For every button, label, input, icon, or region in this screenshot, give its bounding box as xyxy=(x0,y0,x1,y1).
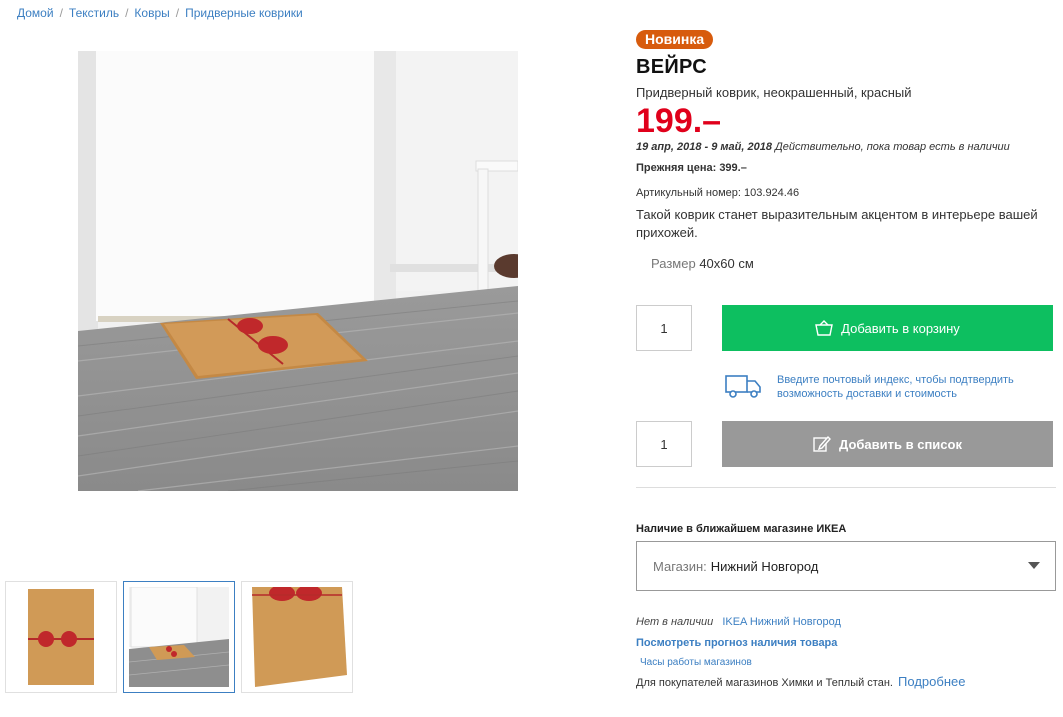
breadcrumb: Домой / Текстиль / Ковры / Придверные ко… xyxy=(17,6,303,20)
validity-note: Действительно, пока товар есть в наличии xyxy=(775,141,1010,153)
article-number: Артикульный номер: 103.924.46 xyxy=(636,187,1058,199)
breadcrumb-separator: / xyxy=(59,6,63,20)
buyers-note: Для покупателей магазинов Химки и Теплый… xyxy=(636,674,965,689)
divider xyxy=(636,487,1056,488)
add-to-list-label: Добавить в список xyxy=(839,436,962,452)
thumbnail-1[interactable] xyxy=(5,581,117,693)
thumbnail-3[interactable] xyxy=(241,581,353,693)
stock-status-text: Нет в наличии xyxy=(636,616,714,628)
store-hours-link[interactable]: Часы работы магазинов xyxy=(640,657,752,668)
more-link[interactable]: Подробнее xyxy=(898,674,965,689)
basket-icon xyxy=(815,320,834,336)
delivery-info[interactable]: Введите почтовый индекс, чтобы подтверди… xyxy=(725,373,1052,404)
forecast-link[interactable]: Посмотреть прогноз наличия товара xyxy=(636,637,837,649)
cart-quantity-input[interactable]: 1 xyxy=(636,305,692,351)
stock-status: Нет в наличии IKEA Нижний Новгород xyxy=(636,616,841,628)
truck-icon xyxy=(725,373,763,404)
article-label: Артикульный номер: xyxy=(636,187,741,199)
availability-title: Наличие в ближайшем магазине ИКЕА xyxy=(636,523,847,535)
thumbnail-list xyxy=(5,581,353,693)
breadcrumb-separator: / xyxy=(175,6,180,20)
edit-list-icon xyxy=(813,435,831,453)
add-to-list-button[interactable]: Добавить в список xyxy=(722,421,1053,467)
breadcrumb-separator: / xyxy=(125,6,129,20)
breadcrumb-home[interactable]: Домой xyxy=(17,6,54,20)
old-price-label: Прежняя цена: xyxy=(636,162,717,174)
old-price-value: 399.– xyxy=(719,162,747,174)
size-value: 40x60 см xyxy=(699,256,754,271)
buyers-note-text: Для покупателей магазинов Химки и Теплый… xyxy=(636,677,893,689)
stock-store-link[interactable]: IKEA Нижний Новгород xyxy=(722,616,841,628)
validity-dates: 19 апр, 2018 - 9 май, 2018 xyxy=(636,141,772,153)
delivery-text: Введите почтовый индекс, чтобы подтверди… xyxy=(777,374,1014,400)
store-label: Магазин: xyxy=(653,558,707,574)
price-validity: 19 апр, 2018 - 9 май, 2018 Действительно… xyxy=(636,141,1058,153)
size-label: Размер xyxy=(651,256,696,271)
product-price: 199.– xyxy=(636,102,722,140)
product-about: Такой коврик станет выразительным акцент… xyxy=(636,207,1038,240)
thumbnail-2[interactable] xyxy=(123,581,235,693)
store-value: Нижний Новгород xyxy=(710,558,819,574)
list-quantity-input[interactable]: 1 xyxy=(636,421,692,467)
add-to-cart-label: Добавить в корзину xyxy=(841,320,960,336)
store-select[interactable]: Магазин: Нижний Новгород xyxy=(636,541,1056,591)
chevron-down-icon xyxy=(1028,562,1040,569)
main-product-image[interactable] xyxy=(78,51,518,491)
breadcrumb-doormats[interactable]: Придверные коврики xyxy=(185,6,303,20)
new-badge: Новинка xyxy=(636,30,714,49)
breadcrumb-textile[interactable]: Текстиль xyxy=(69,6,119,20)
product-size: Размер 40x60 см xyxy=(651,256,1058,271)
breadcrumb-rugs[interactable]: Ковры xyxy=(134,6,169,20)
product-info: Новинка ВЕЙРС Придверный коврик, неокраш… xyxy=(636,30,1058,271)
product-description: Придверный коврик, неокрашенный, красный xyxy=(636,85,912,100)
old-price: Прежняя цена: 399.– xyxy=(636,162,1058,174)
product-name: ВЕЙРС xyxy=(636,56,707,78)
add-to-cart-button[interactable]: Добавить в корзину xyxy=(722,305,1053,351)
article-value: 103.924.46 xyxy=(744,187,800,199)
